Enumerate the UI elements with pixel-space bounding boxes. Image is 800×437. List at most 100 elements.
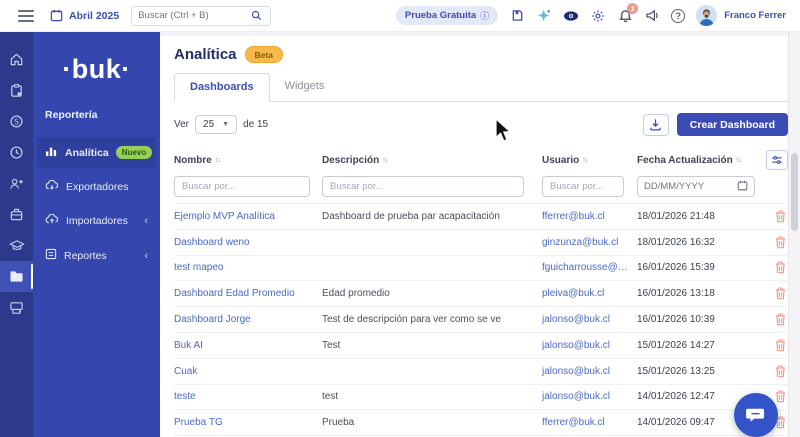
table-row: Dashboard Jorge Test de descripción para… <box>174 306 788 332</box>
rail-time-icon[interactable] <box>0 137 33 168</box>
sidebar-item-importadores[interactable]: Importadores ‹ <box>37 206 156 236</box>
filter-usuario-input[interactable] <box>542 176 624 197</box>
sidebar-item-reportes[interactable]: Reportes ‹ <box>37 240 156 271</box>
rail-home-icon[interactable] <box>0 44 33 75</box>
dashboard-updated-at: 18/01/2026 16:32 <box>637 236 715 248</box>
dashboard-user: fferrer@buk.cl <box>542 417 605 429</box>
delete-trash-icon[interactable] <box>775 287 786 300</box>
table-row: teste test jalonso@buk.cl 14/01/2026 12:… <box>174 383 788 410</box>
dashboard-user: fguicharrousse@buk.cl <box>542 262 637 274</box>
dashboard-user: jalonso@buk.cl <box>542 314 610 326</box>
table-header-row: Nombre ↑↓ Descripción ↑↓ Usuario ↑↓ Fecha A… <box>174 146 788 176</box>
chat-fab-button[interactable] <box>734 393 778 437</box>
delete-trash-icon[interactable] <box>775 313 786 326</box>
notifications-bell-icon[interactable]: 1 <box>617 2 639 24</box>
sidebar-item-exportadores[interactable]: Exportadores <box>37 172 156 202</box>
buk-logo: ·buk· <box>62 54 131 84</box>
column-header-descripcion[interactable]: Descripción ↑↓ <box>322 155 542 166</box>
table-row: Buk AI Test jalonso@buk.cl 15/01/2026 14… <box>174 331 788 358</box>
sort-icon: ↑↓ <box>382 156 388 164</box>
filter-fecha-input[interactable] <box>637 176 755 197</box>
filter-nombre-input[interactable] <box>174 176 311 197</box>
bar-chart-icon <box>45 145 58 160</box>
dashboard-user: pleiva@buk.cl <box>542 288 605 300</box>
cloud-upload-icon <box>45 213 59 228</box>
calendar-icon[interactable] <box>737 178 748 196</box>
bookmark-icon[interactable] <box>509 8 525 24</box>
dashboard-user: jalonso@buk.cl <box>542 391 610 403</box>
column-header-fecha[interactable]: Fecha Actualización ↑↓ <box>637 155 759 166</box>
chevron-left-icon: ‹ <box>144 249 148 262</box>
sidebar-panel: ·buk· Reportería Analítica Nuevo Exporta… <box>33 32 160 437</box>
rail-reports-icon[interactable] <box>0 261 33 292</box>
search-icon[interactable] <box>248 8 264 24</box>
hamburger-menu-icon[interactable] <box>18 9 34 22</box>
scrollbar-thumb[interactable] <box>791 153 798 231</box>
delete-trash-icon[interactable] <box>775 365 786 378</box>
sidebar-item-label: Importadores <box>66 215 128 227</box>
dashboard-name-link[interactable]: Ejemplo MVP Analítica <box>174 211 322 222</box>
app-window: Abril 2025 Prueba Gratuita ⓘ <box>0 0 800 437</box>
notification-count-badge: 1 <box>627 2 639 14</box>
rail-talent-icon[interactable] <box>0 168 33 199</box>
delete-trash-icon[interactable] <box>775 261 786 274</box>
rail-clipboard-icon[interactable] <box>0 75 33 106</box>
megaphone-icon[interactable] <box>644 8 660 24</box>
user-name[interactable]: Franco Ferrer <box>724 10 786 21</box>
month-picker[interactable]: Abril 2025 <box>48 8 119 24</box>
svg-text:S: S <box>14 117 19 126</box>
dashboard-name-link[interactable]: Dashboard Edad Promedio <box>174 288 322 299</box>
dashboard-name-link[interactable]: Dashboard weno <box>174 237 322 248</box>
trial-badge-label: Prueba Gratuita <box>404 10 477 21</box>
column-header-usuario[interactable]: Usuario ↑↓ <box>542 155 637 166</box>
dashboard-updated-at: 15/01/2026 13:25 <box>637 365 715 377</box>
ai-sparkle-icon[interactable] <box>536 8 552 24</box>
table-toolbar: Ver 25 ▼ de 15 Crear Dashboard <box>174 113 788 136</box>
table-row: Ejemplo MVP Analítica Dashboard de prueb… <box>174 203 788 229</box>
tab-widgets[interactable]: Widgets <box>270 73 340 101</box>
create-dashboard-button[interactable]: Crear Dashboard <box>676 113 788 136</box>
trial-badge[interactable]: Prueba Gratuita ⓘ <box>395 6 499 25</box>
dashboard-name-link[interactable]: teste <box>174 391 322 402</box>
dashboard-name-link[interactable]: Buk AI <box>174 340 322 351</box>
delete-trash-icon[interactable] <box>775 210 786 223</box>
eye-icon[interactable] <box>563 8 579 24</box>
download-button[interactable] <box>642 113 669 136</box>
rail-training-icon[interactable] <box>0 230 33 261</box>
date-field[interactable] <box>644 181 733 192</box>
column-header-nombre[interactable]: Nombre ↑↓ <box>174 155 322 166</box>
tab-bar: Dashboards Widgets <box>174 73 788 102</box>
table-row: test mapeo fguicharrousse@buk.cl 16/01/2… <box>174 254 788 281</box>
page-size-select[interactable]: 25 ▼ <box>195 115 238 134</box>
dashboard-name-link[interactable]: test mapeo <box>174 262 322 273</box>
avatar[interactable] <box>696 5 718 26</box>
dashboard-name-link[interactable]: Dashboard Jorge <box>174 314 322 325</box>
sort-icon: ↑↓ <box>735 156 742 164</box>
month-label: Abril 2025 <box>69 9 120 22</box>
dashboard-updated-at: 16/01/2026 15:39 <box>637 262 715 274</box>
sidebar-item-analitica[interactable]: Analítica Nuevo <box>37 137 156 168</box>
dashboard-description: Test de descripción para ver como se ve <box>322 314 501 326</box>
rail-kiosk-icon[interactable] <box>0 292 33 323</box>
dashboard-description: Edad promedio <box>322 288 390 300</box>
page-title: Analítica <box>174 46 237 63</box>
global-search-input[interactable] <box>138 10 245 21</box>
total-count-label: de 15 <box>243 119 269 130</box>
global-search[interactable] <box>131 5 272 26</box>
delete-trash-icon[interactable] <box>775 236 786 249</box>
delete-trash-icon[interactable] <box>775 390 786 403</box>
tab-dashboards[interactable]: Dashboards <box>174 73 270 102</box>
column-settings-button[interactable] <box>766 150 788 170</box>
scrollbar-track[interactable] <box>788 32 800 437</box>
dashboard-name-link[interactable]: Cuak <box>174 366 322 377</box>
rail-payroll-icon[interactable]: S <box>0 106 33 137</box>
help-icon[interactable]: ? <box>671 8 686 23</box>
gear-icon[interactable] <box>590 8 606 24</box>
rail-briefcase-icon[interactable] <box>0 199 33 230</box>
delete-trash-icon[interactable] <box>775 339 786 352</box>
dashboard-name-link[interactable]: Prueba TG <box>174 417 322 428</box>
info-icon: ⓘ <box>480 11 490 21</box>
filter-descripcion-input[interactable] <box>322 176 525 197</box>
table-row: Dashboard weno ginzunza@buk.cl 18/01/202… <box>174 228 788 255</box>
dashboard-user: fferrer@buk.cl <box>542 210 605 222</box>
